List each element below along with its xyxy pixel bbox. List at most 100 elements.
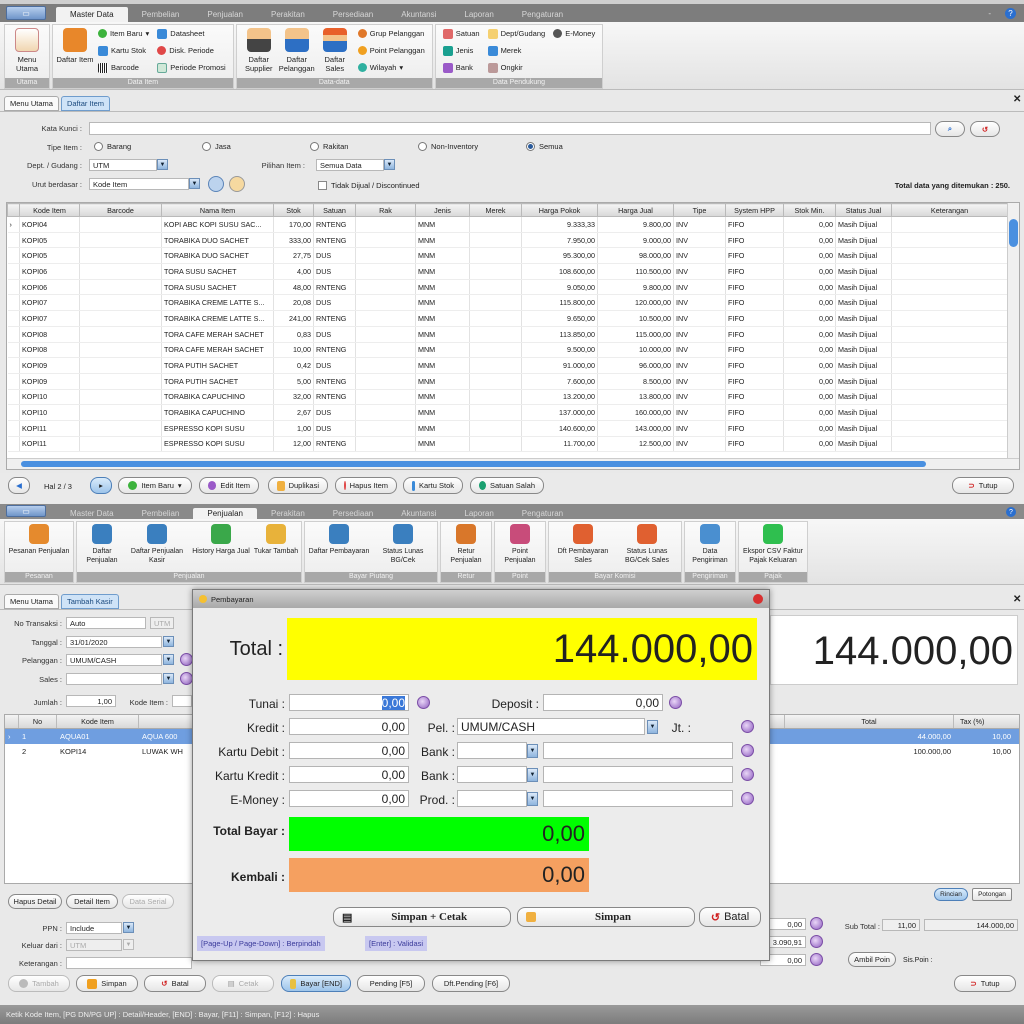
scroll-thumb[interactable]: [21, 461, 926, 467]
jt-edit-icon[interactable]: [741, 720, 754, 733]
hapus-detail-button[interactable]: Hapus Detail: [8, 894, 62, 909]
table-row[interactable]: KOPI05 TORABIKA DUO SACHET 27,75 DUS MNM 95.3…: [7, 247, 1008, 265]
pilihan-item-select[interactable]: Semua Data: [316, 159, 384, 171]
ribbon-tab-persediaan[interactable]: Persediaan: [319, 7, 387, 22]
disk-periode-button[interactable]: Disk. Periode: [157, 44, 225, 57]
app-menu-button[interactable]: ▭: [6, 505, 46, 517]
tutup-button[interactable]: ⊃ Tutup: [952, 477, 1014, 494]
ribbon-button-data-pengiriman[interactable]: Data Pengiriman: [687, 523, 733, 565]
ppn-select[interactable]: Include: [66, 922, 122, 934]
kartu-stok-button[interactable]: Kartu Stok: [403, 477, 463, 494]
pajak-edit-icon[interactable]: [810, 935, 823, 948]
tutup-button[interactable]: ⊃ Tutup: [954, 975, 1016, 992]
batal-button[interactable]: ↺ Batal: [699, 907, 761, 927]
ribbon-tab-pembelian[interactable]: Pembelian: [128, 7, 194, 22]
column-header[interactable]: Kode Item: [19, 203, 80, 217]
radio-non-inventory[interactable]: Non-Inventory: [418, 142, 478, 151]
help-icon[interactable]: ?: [1005, 8, 1016, 19]
data-serial-button[interactable]: Data Serial: [122, 894, 174, 909]
table-row[interactable]: › KOPI04 KOPI ABC KOPI SUSU SAC... 170,00 RN…: [7, 216, 1008, 233]
table-row[interactable]: KOPI07 TORABIKA CREME LATTE S... 241,00 RNT…: [7, 310, 1008, 327]
emoney-input[interactable]: 0,00: [289, 790, 409, 807]
tab-menu-utama[interactable]: Menu Utama: [4, 594, 59, 609]
ribbon-tab-laporan[interactable]: Laporan: [450, 7, 507, 22]
point-pelanggan-button[interactable]: Point Pelanggan: [357, 44, 425, 57]
ppn-dropdown-icon[interactable]: ▼: [123, 922, 134, 933]
column-header[interactable]: Harga Pokok: [521, 203, 598, 217]
column-header[interactable]: Stok Min.: [783, 203, 836, 217]
prev-page-button[interactable]: ◀: [8, 477, 30, 494]
table-row[interactable]: KOPI08 TORA CAFE MERAH SACHET 10,00 RNTENG M…: [7, 342, 1008, 359]
simpan-cetak-button[interactable]: ▤ Simpan + Cetak: [333, 907, 511, 927]
debit-card-number-input[interactable]: [543, 742, 733, 759]
ribbon-tab-akuntansi[interactable]: Akuntansi: [387, 508, 450, 519]
column-header[interactable]: Nama Item: [161, 203, 274, 217]
detail-item-button[interactable]: Detail Item: [66, 894, 118, 909]
barcode-button[interactable]: Barcode: [98, 61, 149, 74]
wilayah-button[interactable]: Wilayah ▾: [357, 61, 425, 74]
column-header[interactable]: System HPP: [725, 203, 784, 217]
ribbon-button-daftar-pembayaran[interactable]: Daftar Pembayaran: [307, 523, 371, 556]
ribbon-tab-laporan[interactable]: Laporan: [450, 508, 507, 519]
ribbon-button-point-penjualan[interactable]: Point Penjualan: [497, 523, 543, 565]
table-row[interactable]: KOPI06 TORA SUSU SACHET 4,00 DUS MNM 108.600,…: [7, 263, 1008, 280]
sort-descending-icon[interactable]: [229, 176, 245, 192]
ribbon-button-daftar-penjualan-kasir[interactable]: Daftar Penjualan Kasir: [125, 523, 189, 565]
tambah-button[interactable]: Tambah: [8, 975, 70, 992]
urut-dropdown-icon[interactable]: ▼: [189, 178, 200, 189]
deposit-input[interactable]: 0,00: [543, 694, 663, 711]
column-header[interactable]: Tipe: [673, 203, 726, 217]
ribbon-tab-pembelian[interactable]: Pembelian: [128, 508, 194, 519]
tab-menu-utama[interactable]: Menu Utama: [4, 96, 59, 111]
tab-potongan[interactable]: Potongan: [972, 888, 1012, 901]
ribbon-button-status-lunas-bg-cek-sales[interactable]: Status Lunas BG/Cek Sales: [615, 523, 679, 565]
urut-select[interactable]: Kode Item: [89, 178, 189, 190]
dft-pending-button[interactable]: Dft.Pending [F6]: [432, 975, 510, 992]
debit-edit-icon[interactable]: [741, 744, 754, 757]
kata-kunci-input[interactable]: [89, 122, 931, 135]
item-baru-button[interactable]: Item Baru ▾: [118, 477, 192, 494]
table-row[interactable]: KOPI06 TORA SUSU SACHET 48,00 RNTENG MNM 9.05…: [7, 279, 1008, 296]
ribbon-tab-perakitan[interactable]: Perakitan: [257, 7, 319, 22]
radio-rakitan[interactable]: Rakitan: [310, 142, 348, 151]
jenis-button[interactable]: Jenis: [442, 44, 480, 57]
pelanggan-select[interactable]: UMUM/CASH: [457, 718, 645, 735]
credit-edit-icon[interactable]: [741, 768, 754, 781]
cetak-button[interactable]: ▤ Cetak: [212, 975, 274, 992]
close-icon[interactable]: [753, 594, 763, 604]
credit-bank-dropdown-icon[interactable]: ▼: [527, 768, 538, 782]
periode-promosi-button[interactable]: Periode Promosi: [157, 61, 226, 74]
ribbon-tab-master-data[interactable]: Master Data: [56, 508, 128, 519]
satuan-button[interactable]: Satuan: [442, 27, 480, 40]
table-row[interactable]: KOPI10 TORABIKA CAPUCHINO 2,67 DUS MNM 137.00…: [7, 404, 1008, 421]
discontinued-checkbox[interactable]: Tidak Dijual / Discontinued: [318, 181, 420, 190]
kredit-input[interactable]: 0,00: [289, 718, 409, 735]
kartu-debit-input[interactable]: 0,00: [289, 742, 409, 759]
tab-tambah-kasir[interactable]: Tambah Kasir: [60, 594, 119, 609]
table-row[interactable]: KOPI11 ESPRESSO KOPI SUSU 12,00 RNTENG MNM 11…: [7, 436, 1008, 453]
ribbon-tab-penjualan[interactable]: Penjualan: [193, 7, 257, 22]
column-header[interactable]: Keterangan: [891, 203, 1008, 217]
radio-semua[interactable]: Semua: [526, 142, 563, 151]
ambil-poin-button[interactable]: Ambil Poin: [848, 952, 896, 967]
ribbon-tab-pengaturan[interactable]: Pengaturan: [508, 7, 577, 22]
column-header[interactable]: Harga Jual: [597, 203, 674, 217]
ribbon-button-history-harga-jual[interactable]: History Harga Jual: [189, 523, 253, 556]
vertical-scrollbar[interactable]: [1007, 203, 1019, 459]
emoney-button[interactable]: E-Money: [553, 27, 595, 40]
emoney-product-dropdown-icon[interactable]: ▼: [527, 792, 538, 806]
ribbon-tab-master-data[interactable]: Master Data: [56, 7, 128, 22]
ribbon-tab-persediaan[interactable]: Persediaan: [319, 508, 387, 519]
emoney-reference-input[interactable]: [543, 790, 733, 807]
table-row[interactable]: KOPI09 TORA PUTIH SACHET 0,42 DUS MNM 91.000,…: [7, 357, 1008, 374]
chevron-down-icon[interactable]: ▾: [178, 481, 182, 490]
app-menu-button[interactable]: ▭: [6, 6, 46, 20]
column-header[interactable]: Barcode: [79, 203, 162, 217]
pelanggan-select[interactable]: UMUM/CASH: [66, 654, 162, 666]
merek-button[interactable]: Merek: [487, 44, 546, 57]
reset-button[interactable]: ↺: [970, 121, 1000, 137]
help-icon[interactable]: ?: [1006, 507, 1016, 517]
ribbon-button-dft-pembayaran-sales[interactable]: Dft Pembayaran Sales: [551, 523, 615, 565]
item-baru-button[interactable]: Item Baru ▾: [98, 27, 149, 40]
daftar-item-button[interactable]: Daftar Item: [56, 27, 94, 64]
